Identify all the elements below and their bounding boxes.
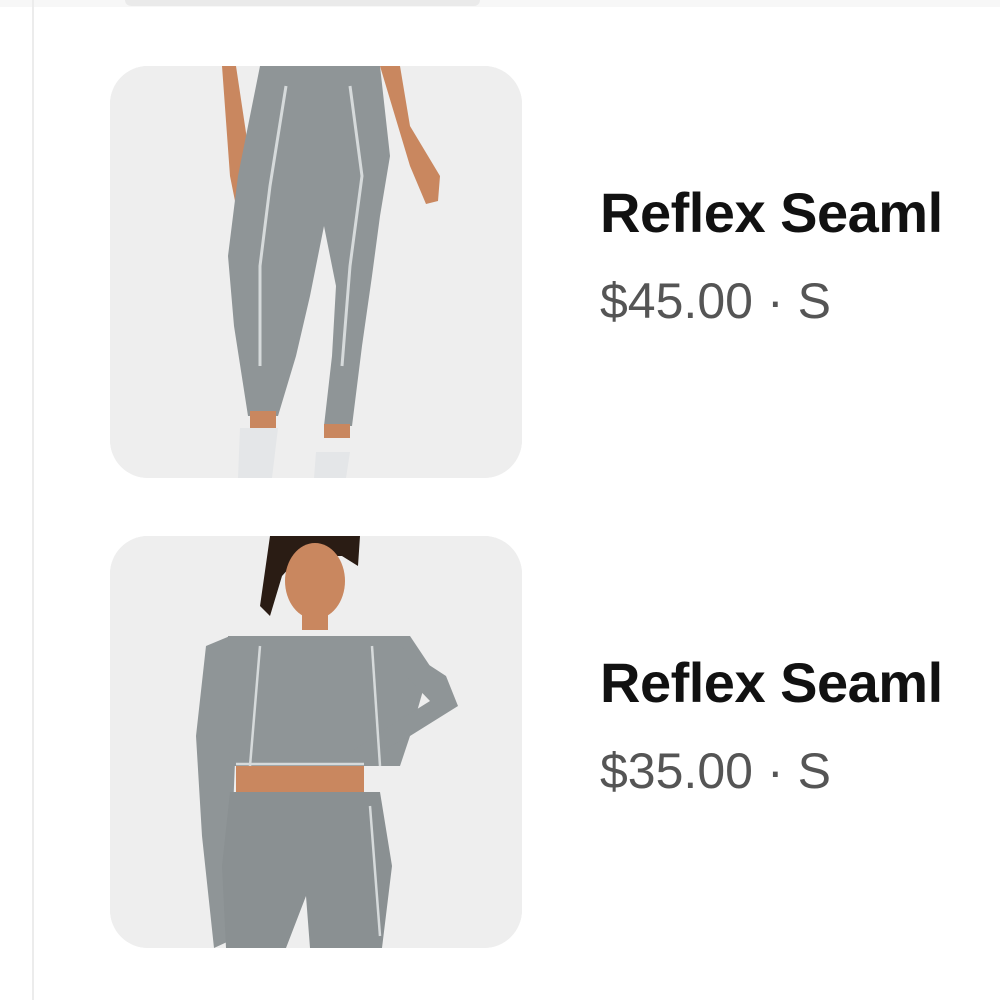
list-item[interactable]: Reflex Seaml $45.00 · S xyxy=(110,66,1000,480)
product-price: $45.00 xyxy=(600,273,753,329)
listing-screen: Reflex Seaml $45.00 · S Reflex Seaml $35… xyxy=(0,0,1000,1000)
product-size: S xyxy=(797,743,831,799)
product-price: $35.00 xyxy=(600,743,753,799)
previous-item-edge xyxy=(0,0,1000,7)
separator-dot: · xyxy=(766,743,784,799)
list-item[interactable]: Reflex Seaml $35.00 · S xyxy=(110,536,1000,950)
separator-dot: · xyxy=(766,273,784,329)
product-price-size: $35.00 · S xyxy=(600,742,831,800)
product-price-size: $45.00 · S xyxy=(600,272,831,330)
product-size: S xyxy=(797,273,831,329)
product-title[interactable]: Reflex Seaml xyxy=(600,180,943,245)
product-photo-top-and-shorts xyxy=(110,536,522,948)
previous-item-thumbnail-edge xyxy=(125,0,480,6)
product-thumbnail[interactable] xyxy=(110,536,522,948)
product-thumbnail[interactable] xyxy=(110,66,522,478)
left-divider xyxy=(32,0,34,1000)
product-title[interactable]: Reflex Seaml xyxy=(600,650,943,715)
product-photo-leggings xyxy=(110,66,522,478)
